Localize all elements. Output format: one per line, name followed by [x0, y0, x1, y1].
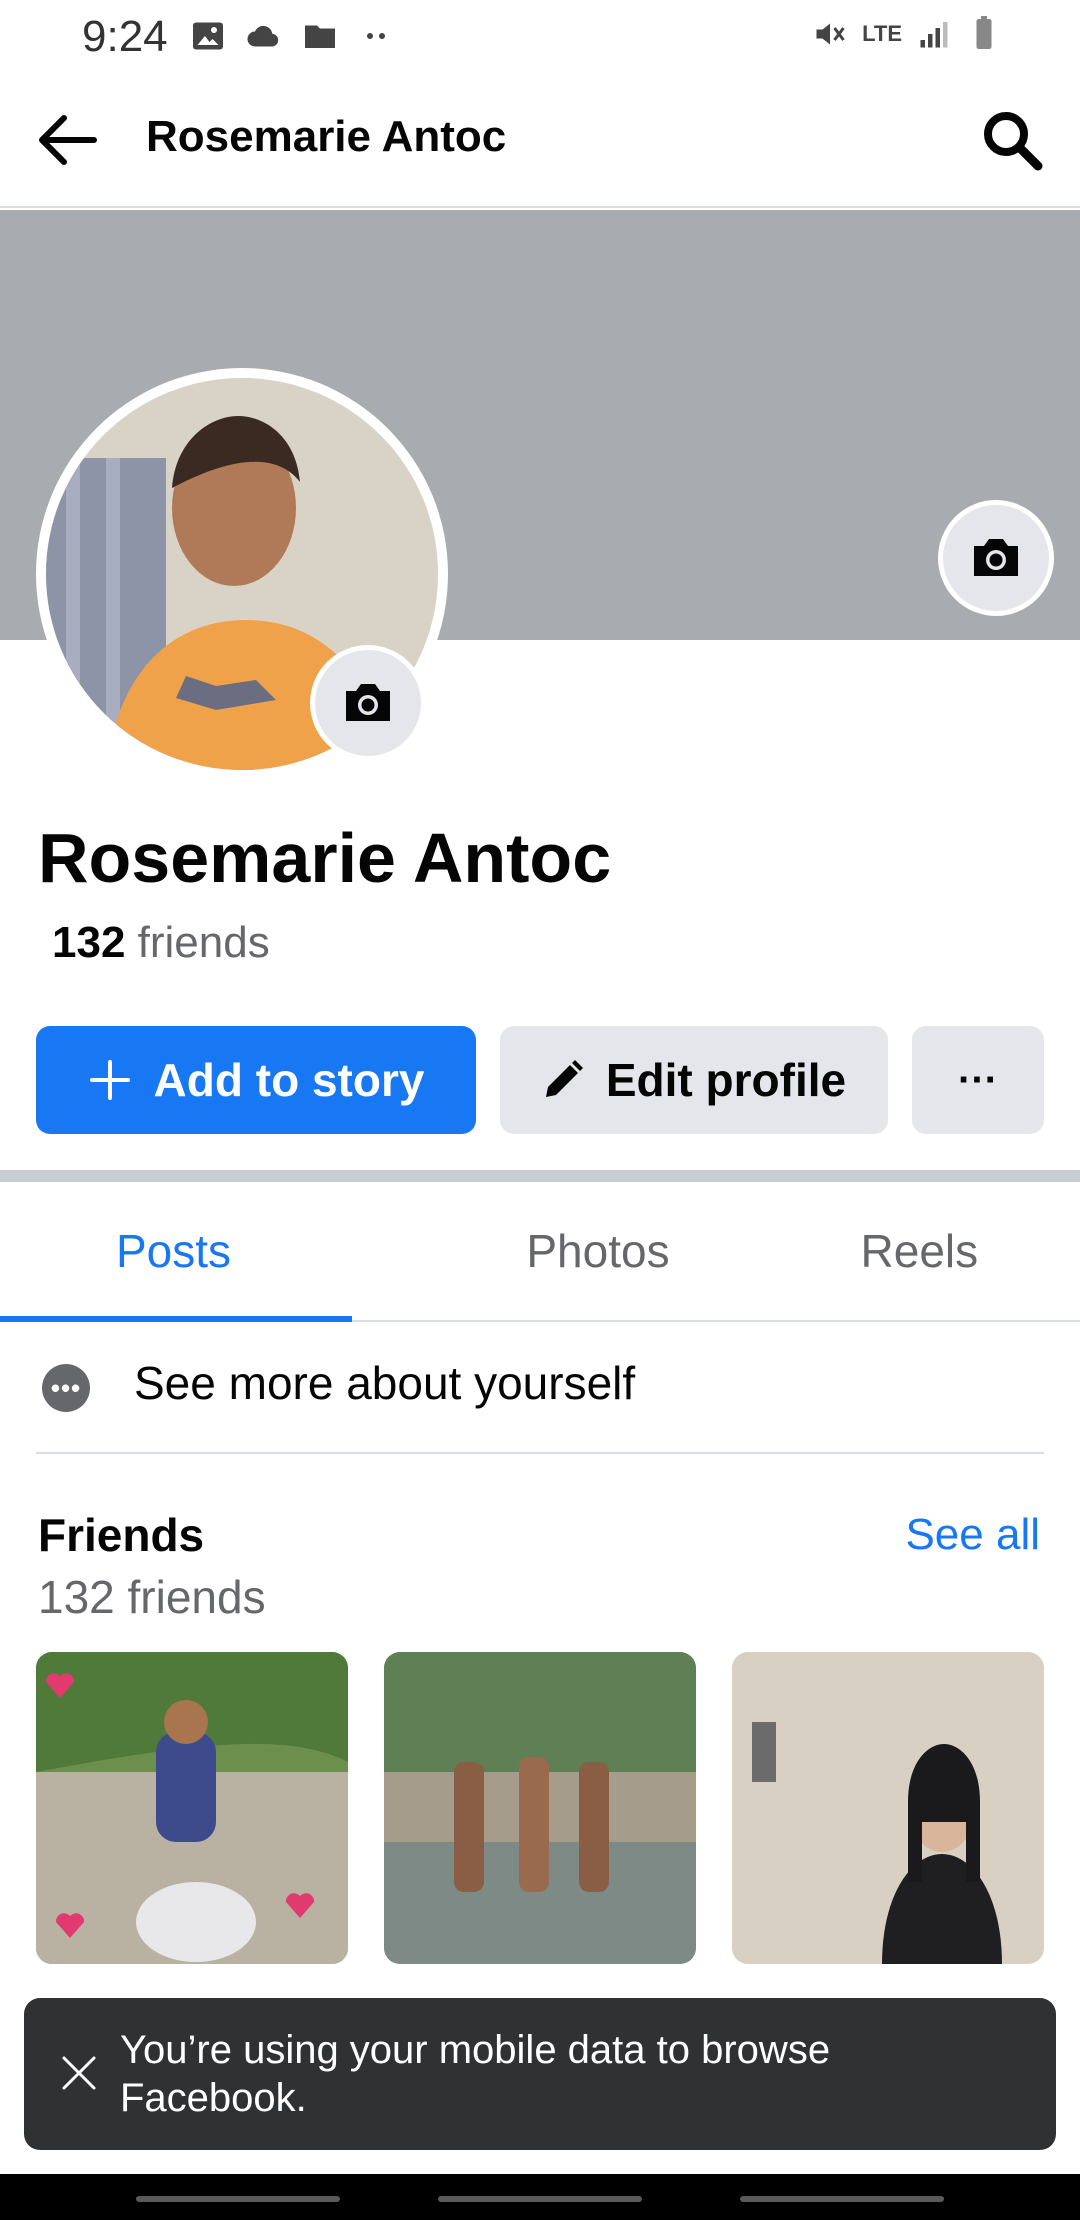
more-options-icon: ···	[958, 1057, 998, 1102]
friend-photo-image	[36, 1652, 348, 1964]
pencil-icon	[545, 1060, 583, 1097]
folder-icon	[305, 25, 335, 48]
image-icon	[193, 22, 223, 50]
more-options-button[interactable]: ···	[912, 1026, 1044, 1134]
mute-icon	[816, 23, 845, 45]
friend-photo-image	[732, 1652, 1044, 1964]
plus-icon	[89, 1060, 130, 1100]
avatar-camera-button[interactable]	[310, 645, 426, 761]
profile-name: Rosemarie Antoc	[38, 819, 612, 897]
nav-home-indicator[interactable]	[438, 2196, 642, 2202]
header-title: Rosemarie Antoc	[146, 112, 507, 161]
friends-count-line[interactable]: 132 friends	[52, 918, 270, 968]
friend-photo-beach[interactable]	[384, 1652, 696, 1964]
battery-icon	[976, 16, 992, 49]
add-to-story-button[interactable]: Add to story	[36, 1026, 476, 1134]
mobile-data-toast: You’re using your mobile data to browse …	[24, 1998, 1056, 2150]
profile-tabs: Posts Photos Reels	[0, 1182, 1080, 1322]
status-bar: 9:24 LTE	[0, 0, 1080, 72]
cloud-icon	[247, 25, 279, 47]
edit-profile-button[interactable]: Edit profile	[500, 1026, 888, 1134]
tab-photos[interactable]: Photos	[437, 1182, 758, 1320]
nav-recents-indicator[interactable]	[136, 2196, 340, 2202]
see-more-about-row[interactable]: ••• See more about yourself	[0, 1324, 1080, 1452]
friends-section-count: 132 friends	[38, 1571, 266, 1623]
section-divider	[0, 1170, 1080, 1182]
cover-camera-button[interactable]	[938, 500, 1054, 616]
friend-photo-image	[384, 1652, 696, 1964]
friends-count-suffix: friends	[125, 918, 270, 967]
friend-photo-motorbike[interactable]	[36, 1652, 348, 1964]
edit-profile-label: Edit profile	[605, 1054, 847, 1106]
system-nav-bar	[0, 2174, 1080, 2220]
friend-photo-portrait[interactable]	[732, 1652, 1044, 1964]
signal-icon	[920, 22, 948, 48]
friends-count-number: 132	[52, 918, 126, 967]
search-icon[interactable]	[980, 108, 1044, 172]
see-all-friends-link[interactable]: See all	[905, 1510, 1040, 1560]
friends-section-title: Friends	[38, 1509, 205, 1561]
see-more-about-label: See more about yourself	[134, 1357, 636, 1409]
nav-back-indicator[interactable]	[740, 2196, 944, 2202]
camera-icon	[346, 684, 390, 721]
toast-message: You’re using your mobile data to browse …	[120, 2028, 831, 2120]
status-time: 9:24	[82, 12, 168, 61]
tab-posts[interactable]: Posts	[0, 1182, 437, 1322]
close-icon[interactable]	[54, 2048, 104, 2098]
add-to-story-label: Add to story	[153, 1054, 425, 1106]
more-dots-icon: •••	[42, 1364, 90, 1412]
status-right-icons: LTE	[812, 16, 1002, 52]
arrow-left-icon[interactable]	[36, 112, 98, 168]
tab-reels[interactable]: Reels	[759, 1182, 1080, 1320]
status-left-icons	[190, 18, 394, 54]
app-header: Rosemarie Antoc	[0, 72, 1080, 208]
more-dots-icon	[367, 33, 385, 39]
camera-icon	[974, 539, 1018, 576]
lte-icon: LTE	[862, 21, 902, 46]
divider	[36, 1452, 1044, 1454]
